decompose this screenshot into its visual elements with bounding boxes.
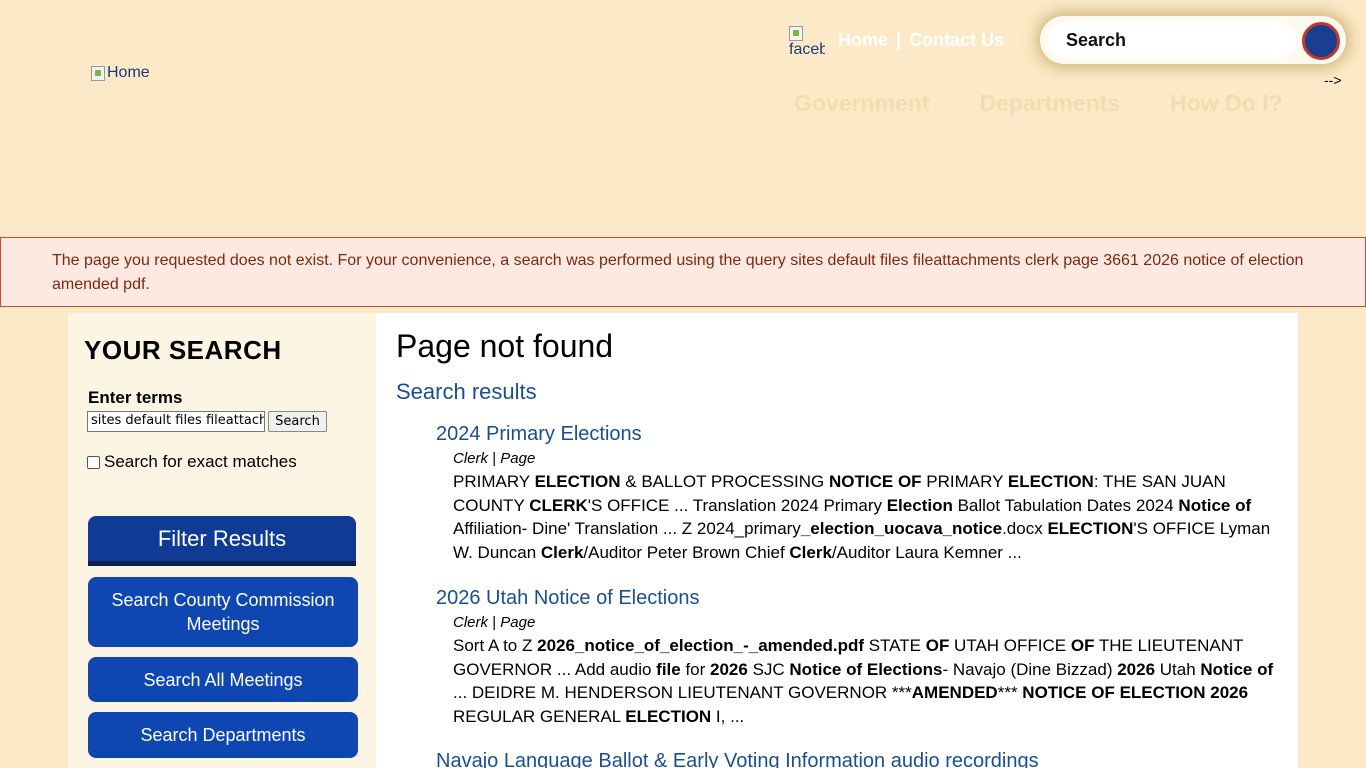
snippet-text: REGULAR GENERAL	[453, 706, 626, 726]
result-section: Clerk	[453, 450, 489, 467]
broken-image-icon	[789, 26, 803, 41]
search-submit-button[interactable]	[1302, 22, 1340, 60]
snippet-text: UTAH OFFICE	[949, 636, 1071, 655]
home-logo-link[interactable]: Home	[91, 64, 150, 82]
home-link[interactable]: Home	[838, 30, 888, 51]
result-title-link[interactable]: Navajo Language Ballot & Early Voting In…	[436, 750, 1276, 768]
highlighted-term: AMENDED	[911, 683, 998, 703]
result-section: Clerk	[453, 614, 489, 631]
snippet-text: SJC	[747, 659, 790, 679]
nav-government[interactable]: Government	[794, 90, 929, 117]
site-search-input[interactable]: Search	[1048, 22, 1296, 58]
result-type: Page	[500, 614, 536, 631]
snippet-text: .docx	[1002, 519, 1048, 539]
search-button[interactable]: Search	[268, 411, 327, 432]
highlighted-term: Notice of	[1178, 495, 1252, 515]
snippet-text: & BALLOT PROCESSING	[620, 472, 830, 491]
search-result: 2024 Primary Elections Clerk | Page PRIM…	[436, 423, 1276, 564]
search-county-commission-meetings-button[interactable]: Search County Commission Meetings	[88, 577, 358, 647]
highlighted-term: ELECTION	[1007, 472, 1094, 491]
highlighted-term: Notice of Elections	[789, 659, 943, 679]
snippet-text: ... DEIDRE M. HENDERSON LIEUTENANT GOVER…	[453, 683, 912, 703]
highlighted-term: CLERK	[529, 495, 588, 515]
search-all-meetings-button[interactable]: Search All Meetings	[88, 657, 358, 702]
result-type: Page	[500, 450, 536, 467]
search-terms-input[interactable]: sites default files fileattachments cler…	[87, 411, 265, 432]
link-separator: |	[896, 30, 902, 50]
result-title-link[interactable]: 2026 Utah Notice of Elections	[436, 587, 1276, 610]
highlighted-term: 2026_notice_of_election_-_amended.pdf	[537, 636, 864, 655]
snippet-text: Ballot Tabulation Dates 2024	[952, 495, 1179, 515]
nav-departments[interactable]: Departments	[979, 90, 1120, 117]
highlighted-term: ELECTION	[625, 706, 712, 726]
snippet-text: Affiliation- Dine' Translation ... Z 202…	[453, 519, 801, 539]
search-result: 2026 Utah Notice of Elections Clerk | Pa…	[436, 587, 1276, 728]
highlighted-term: NOTICE OF ELECTION 2026	[1022, 683, 1249, 703]
exact-match-checkbox[interactable]	[87, 455, 100, 469]
highlighted-term: ELECTION	[1047, 519, 1134, 539]
highlighted-term: ELECTION	[534, 472, 621, 491]
main-content: Page not found Search results 2024 Prima…	[376, 313, 1298, 768]
meta-separator: |	[492, 450, 497, 467]
highlighted-term: NOTICE OF	[829, 472, 922, 491]
site-header: Home facebook Home | Contact Us Search -…	[0, 0, 1366, 237]
snippet-text: I, ...	[711, 706, 745, 726]
nav-how-do-i[interactable]: How Do I?	[1170, 90, 1282, 117]
site-search: Search	[1040, 16, 1346, 64]
main-nav: Government Departments How Do I?	[794, 90, 1283, 117]
highlighted-term: _election_uocava_notice	[800, 519, 1003, 539]
meta-separator: |	[492, 614, 497, 631]
snippet-text: ***	[997, 683, 1023, 703]
exact-match-option: Search for exact matches	[87, 452, 297, 472]
exact-match-label[interactable]: Search for exact matches	[104, 452, 297, 472]
logo-alt-text: Home	[107, 64, 150, 81]
filter-results-heading: Filter Results	[88, 516, 356, 566]
highlighted-term: 2026	[1117, 659, 1156, 679]
snippet-text: Sort A to Z	[453, 636, 538, 655]
result-meta: Clerk | Page	[453, 450, 1276, 467]
snippet-text: PRIMARY	[921, 472, 1008, 491]
result-title-link[interactable]: 2024 Primary Elections	[436, 423, 1276, 446]
highlighted-term: 2026	[710, 659, 748, 679]
snippet-text: Utah	[1155, 659, 1201, 679]
highlighted-term: Notice of	[1200, 659, 1274, 679]
facebook-alt-text: facebook	[789, 41, 825, 58]
stray-markup-text: -->	[1324, 72, 1342, 88]
snippet-text: /Auditor Laura Kemner ...	[831, 542, 1022, 562]
result-meta: Clerk | Page	[453, 614, 1276, 631]
result-snippet: PRIMARY ELECTION & BALLOT PROCESSING NOT…	[453, 470, 1276, 564]
highlighted-term: file	[656, 659, 681, 679]
page-title: Page not found	[396, 328, 614, 364]
enter-terms-label: Enter terms	[88, 388, 183, 407]
not-found-alert: The page you requested does not exist. F…	[0, 237, 1366, 307]
snippet-text: - Navajo (Dine Bizzad)	[942, 659, 1118, 679]
broken-image-icon	[91, 65, 105, 81]
result-snippet: Sort A to Z 2026_notice_of_election_-_am…	[453, 634, 1276, 728]
highlighted-term: OF	[925, 636, 950, 655]
highlighted-term: Clerk	[789, 542, 832, 562]
utility-links: Home | Contact Us	[838, 30, 1004, 51]
highlighted-term: Election	[886, 495, 953, 515]
sidebar-heading: YOUR SEARCH	[84, 335, 282, 365]
search-departments-button[interactable]: Search Departments	[88, 712, 358, 758]
snippet-text: 'S OFFICE ... Translation 2024 Primary	[587, 495, 887, 515]
snippet-text: /Auditor Peter Brown Chief	[583, 542, 790, 562]
facebook-link[interactable]: facebook	[789, 26, 825, 62]
search-result: Navajo Language Ballot & Early Voting In…	[436, 750, 1276, 768]
snippet-text: STATE	[864, 636, 926, 655]
snippet-text: PRIMARY	[453, 472, 535, 491]
highlighted-term: Clerk	[540, 542, 584, 562]
results-heading: Search results	[396, 379, 537, 404]
snippet-text: for	[680, 659, 711, 679]
highlighted-term: OF	[1070, 636, 1095, 655]
search-sidebar: YOUR SEARCH Enter terms sites default fi…	[68, 313, 376, 768]
contact-us-link[interactable]: Contact Us	[909, 30, 1004, 51]
